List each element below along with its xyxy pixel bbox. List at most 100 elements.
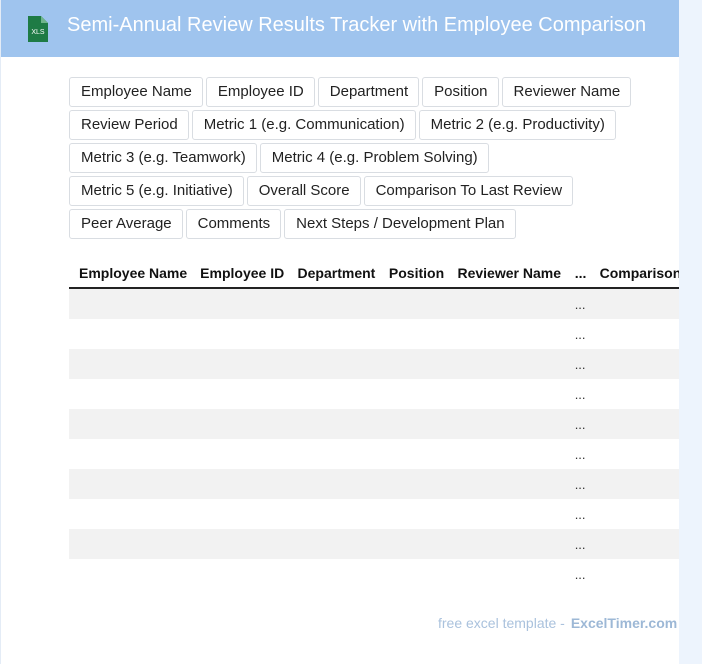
table-cell[interactable] [590, 559, 679, 589]
ellipsis-cell[interactable]: ... [565, 409, 590, 439]
table-cell[interactable] [379, 289, 448, 319]
table-cell[interactable] [190, 289, 287, 319]
field-chip[interactable]: Comparison To Last Review [363, 176, 574, 206]
table-cell[interactable] [288, 439, 379, 469]
table-cell[interactable] [590, 289, 679, 319]
column-header[interactable]: Reviewer Name [447, 258, 564, 287]
field-chip[interactable]: Overall Score [246, 176, 361, 206]
table-cell[interactable] [379, 529, 448, 559]
table-cell[interactable] [288, 529, 379, 559]
table-cell[interactable] [447, 529, 564, 559]
table-cell[interactable] [190, 409, 287, 439]
table-cell[interactable] [288, 349, 379, 379]
table-cell[interactable] [590, 469, 679, 499]
table-cell[interactable] [447, 559, 564, 589]
table-cell[interactable] [379, 439, 448, 469]
field-chip[interactable]: Employee ID [205, 77, 315, 107]
table-header: Employee Name Employee ID Department Positi… [69, 258, 679, 289]
table-cell[interactable] [590, 349, 679, 379]
field-chip[interactable]: Peer Average [69, 209, 183, 239]
table-cell[interactable] [447, 349, 564, 379]
table-cell[interactable] [288, 379, 379, 409]
table-cell[interactable] [69, 379, 190, 409]
table-cell[interactable] [190, 349, 287, 379]
table-cell[interactable] [190, 469, 287, 499]
ellipsis-cell[interactable]: ... [565, 559, 590, 589]
table-cell[interactable] [69, 349, 190, 379]
table-cell[interactable] [69, 319, 190, 349]
column-header[interactable]: Employee ID [190, 258, 287, 287]
table-cell[interactable] [69, 559, 190, 589]
table-cell[interactable] [379, 349, 448, 379]
table-cell[interactable] [190, 379, 287, 409]
column-header[interactable]: Position [379, 258, 448, 287]
table-cell[interactable] [288, 409, 379, 439]
table-cell[interactable] [69, 499, 190, 529]
table-cell[interactable] [190, 529, 287, 559]
table-cell[interactable] [69, 469, 190, 499]
table-cell[interactable] [447, 289, 564, 319]
field-chip[interactable]: Metric 2 (e.g. Productivity) [418, 110, 616, 140]
field-chip[interactable]: Reviewer Name [501, 77, 632, 107]
table-cell[interactable] [69, 289, 190, 319]
ellipsis-cell[interactable]: ... [565, 529, 590, 559]
column-header[interactable]: Department [288, 258, 379, 287]
header-bar: XLS Semi-Annual Review Results Tracker w… [1, 0, 679, 57]
table-cell[interactable] [590, 319, 679, 349]
ellipsis-cell[interactable]: ... [565, 439, 590, 469]
table-cell[interactable] [590, 529, 679, 559]
field-chip[interactable]: Metric 3 (e.g. Teamwork) [69, 143, 257, 173]
field-chip[interactable]: Position [422, 77, 499, 107]
ellipsis-cell[interactable]: ... [565, 349, 590, 379]
column-header[interactable]: ... [565, 258, 590, 287]
table-cell[interactable] [288, 469, 379, 499]
field-chip[interactable]: Metric 5 (e.g. Initiative) [69, 176, 244, 206]
table-cell[interactable] [288, 319, 379, 349]
column-header[interactable]: Comparison To Last Review [590, 258, 679, 287]
table-cell[interactable] [447, 409, 564, 439]
field-chip[interactable]: Review Period [69, 110, 189, 140]
table-cell[interactable] [447, 379, 564, 409]
table-cell[interactable] [190, 439, 287, 469]
table-cell[interactable] [447, 499, 564, 529]
table-cell[interactable] [288, 289, 379, 319]
table-cell[interactable] [379, 469, 448, 499]
table-cell[interactable] [379, 319, 448, 349]
table-cell[interactable] [447, 319, 564, 349]
field-chip[interactable]: Metric 1 (e.g. Communication) [191, 110, 416, 140]
table-cell[interactable] [590, 409, 679, 439]
table-cell[interactable] [69, 439, 190, 469]
field-chip[interactable]: Department [317, 77, 420, 107]
table-cell[interactable] [590, 499, 679, 529]
table-cell[interactable] [379, 409, 448, 439]
table-cell[interactable] [69, 529, 190, 559]
table-cell[interactable] [379, 379, 448, 409]
footer-brand-link[interactable]: ExcelTimer.com [571, 615, 677, 631]
table-cell[interactable] [379, 559, 448, 589]
table-cell[interactable] [190, 499, 287, 529]
ellipsis-cell[interactable]: ... [565, 289, 590, 319]
table-row: ... [69, 409, 679, 439]
field-chip[interactable]: Employee Name [69, 77, 203, 107]
table-cell[interactable] [190, 559, 287, 589]
table-cell[interactable] [288, 559, 379, 589]
ellipsis-cell[interactable]: ... [565, 469, 590, 499]
table-cell[interactable] [447, 439, 564, 469]
table-cell[interactable] [190, 319, 287, 349]
table-cell[interactable] [590, 439, 679, 469]
table-cell[interactable] [379, 499, 448, 529]
table-row: ... [69, 529, 679, 559]
results-table: Employee Name Employee ID Department Positi… [69, 258, 679, 589]
ellipsis-cell[interactable]: ... [565, 499, 590, 529]
table-cell[interactable] [447, 469, 564, 499]
field-chip[interactable]: Next Steps / Development Plan [284, 209, 516, 239]
ellipsis-cell[interactable]: ... [565, 319, 590, 349]
ellipsis-cell[interactable]: ... [565, 379, 590, 409]
table-cell[interactable] [590, 379, 679, 409]
field-chip[interactable]: Comments [185, 209, 282, 239]
column-header[interactable]: Employee Name [69, 258, 190, 287]
field-chip[interactable]: Metric 4 (e.g. Problem Solving) [259, 143, 489, 173]
table-body: .............................. [69, 289, 679, 589]
table-cell[interactable] [288, 499, 379, 529]
table-cell[interactable] [69, 409, 190, 439]
